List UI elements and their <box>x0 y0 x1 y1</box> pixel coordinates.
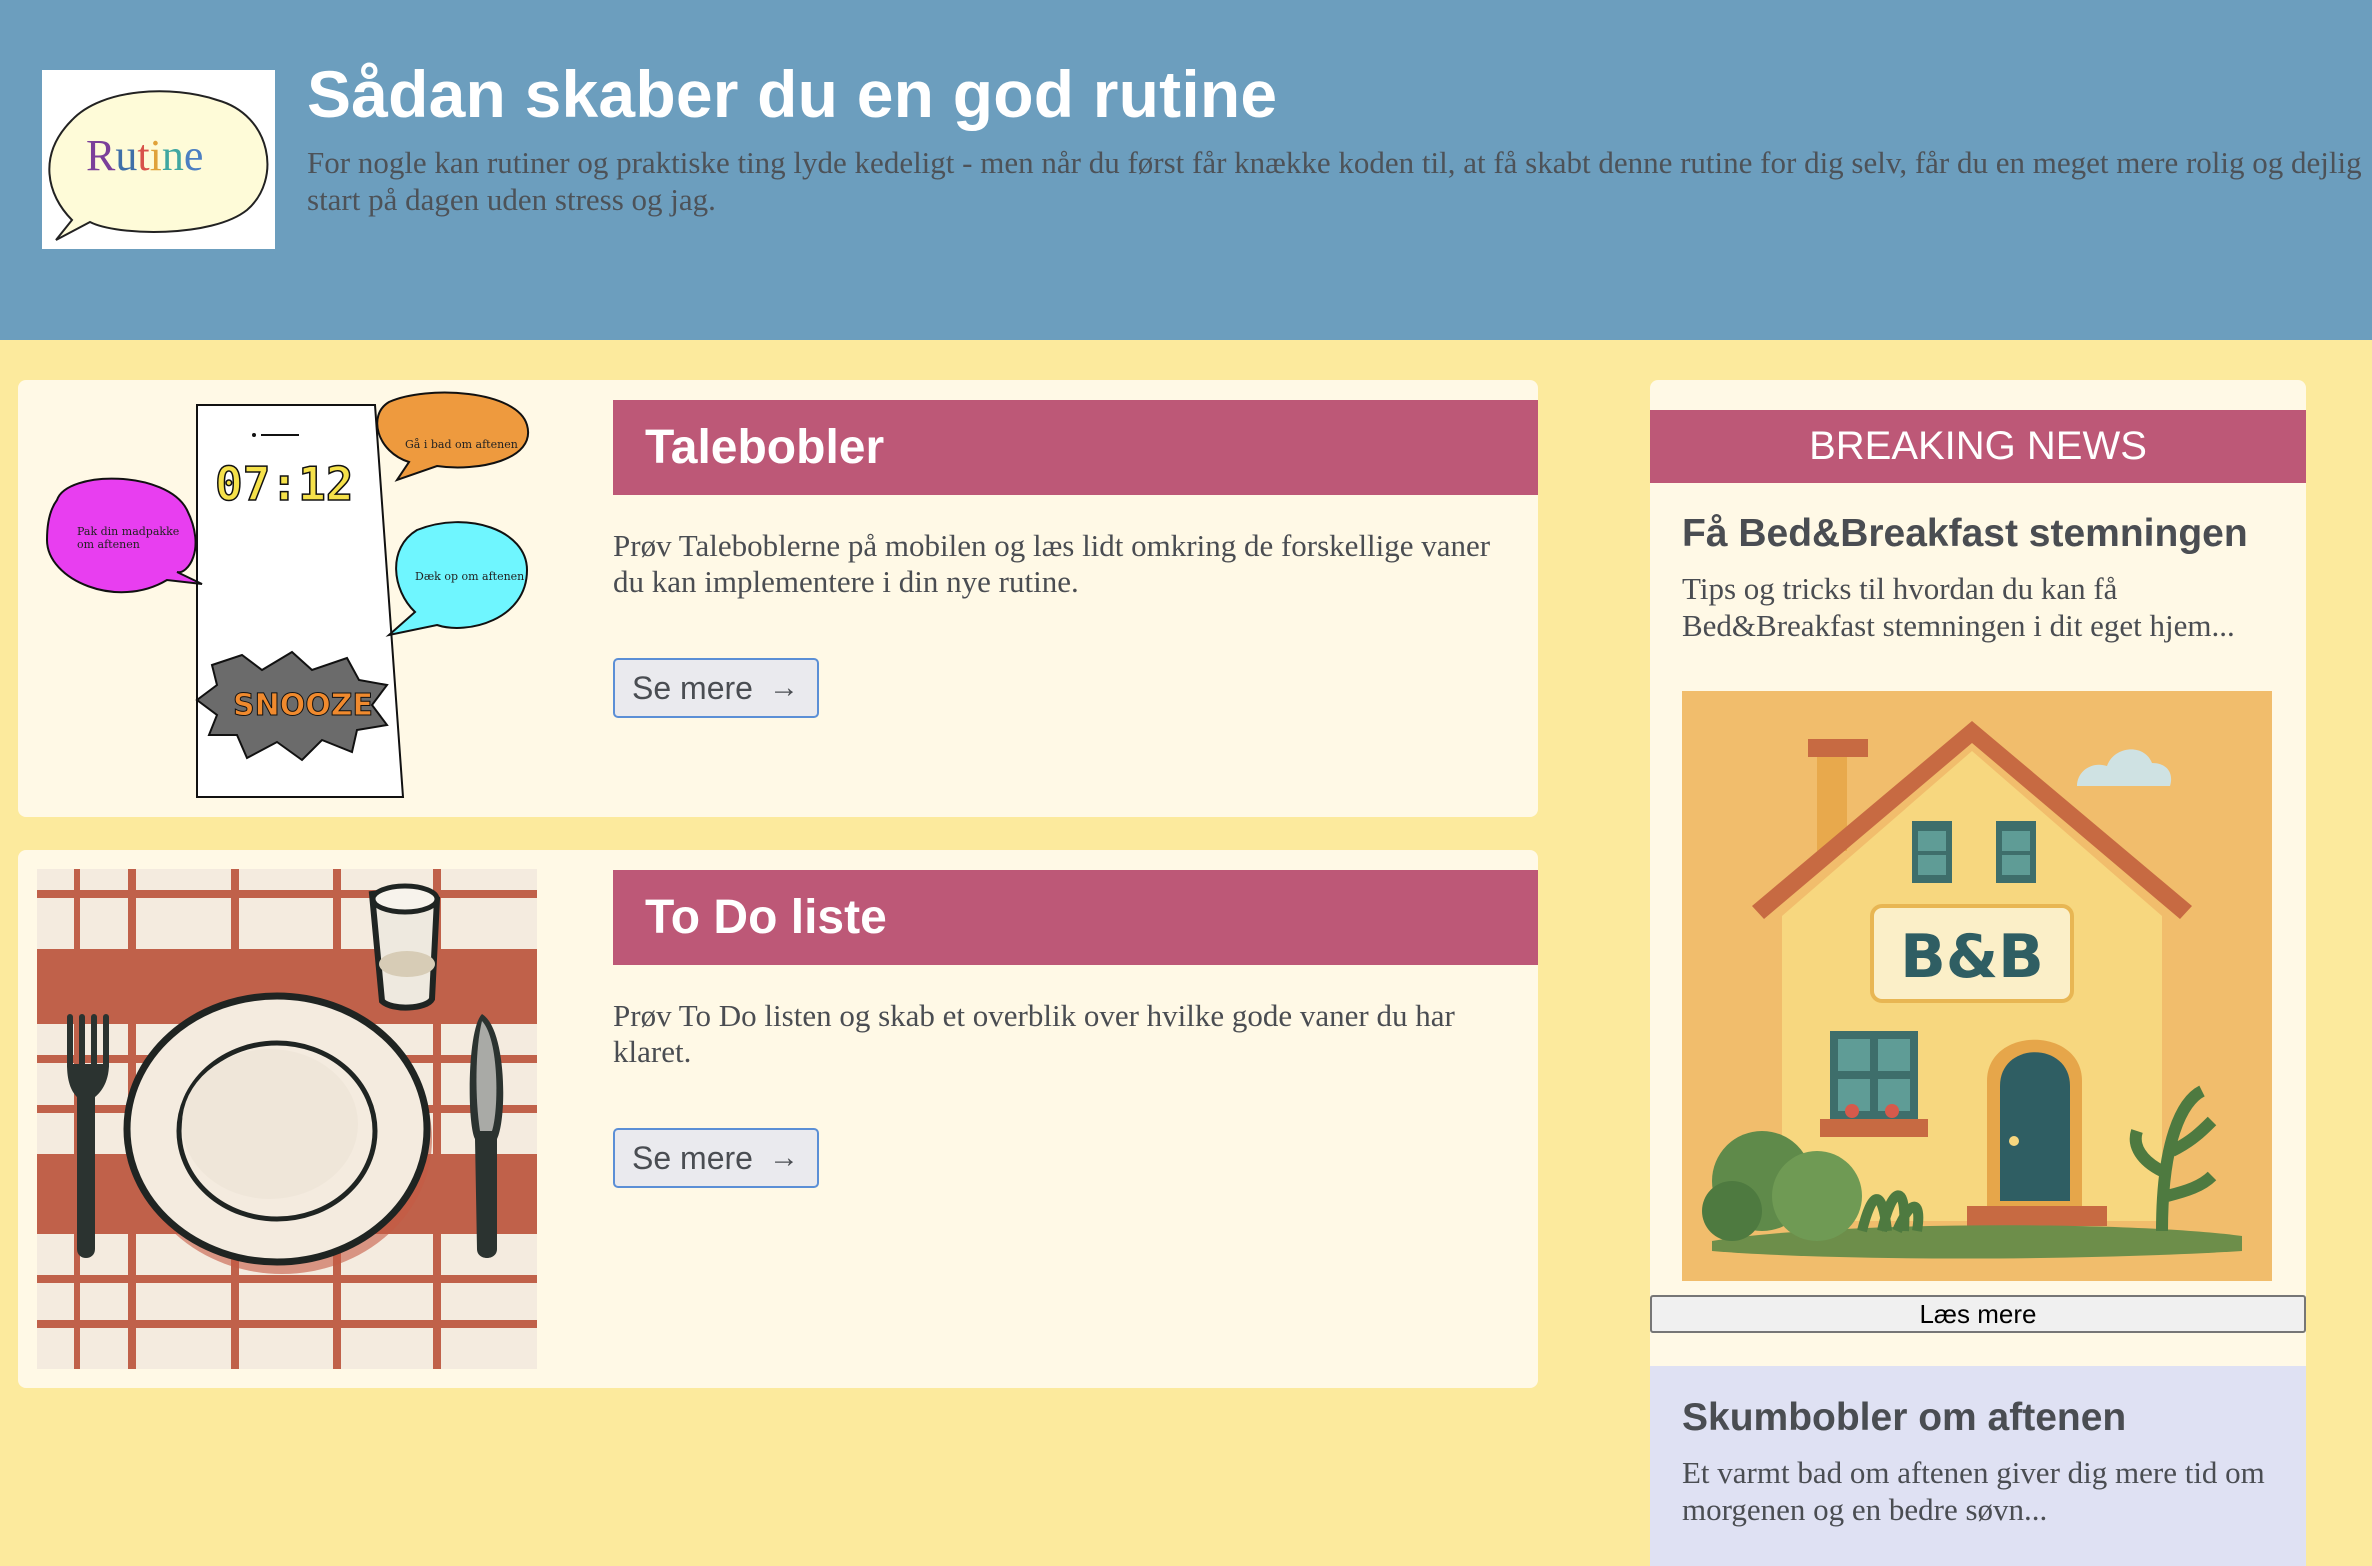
table-setting-illustration <box>37 869 537 1374</box>
arrow-right-icon: → <box>768 671 799 704</box>
arrow-right-icon: → <box>768 1141 799 1174</box>
speech-bubbles-illustration: 07:12 Gå i bad om aftenen Pak din madpak… <box>37 380 537 822</box>
news2-title: Skumbobler om aftenen <box>1682 1396 2127 1439</box>
bubble-top-right-text: Gå i bad om aftenen <box>405 438 518 451</box>
se-mere-button[interactable]: Se mere → <box>613 1128 819 1188</box>
news-text: Tips og tricks til hvordan du kan få Bed… <box>1682 571 2235 643</box>
page-header: Rutine Sådan skaber du en god rutine For… <box>0 0 2372 340</box>
news-item-skumbobler: Skumbobler om aftenen Et varmt bad om af… <box>1650 1366 2306 1566</box>
card-text: Prøv Taleboblerne på mobilen og læs lidt… <box>613 528 1491 599</box>
clock-readout: 07:12 <box>215 457 353 511</box>
button-label: Se mere <box>632 1139 753 1176</box>
card-heading: Talebobler <box>613 400 1538 495</box>
rutine-logo: Rutine <box>42 70 275 249</box>
laes-mere-button[interactable]: Læs mere <box>1650 1295 2306 1333</box>
page-intro: For nogle kan rutiner og praktiske ting … <box>307 145 2362 217</box>
se-mere-button[interactable]: Se mere → <box>613 658 819 718</box>
card-talebobler: 07:12 Gå i bad om aftenen Pak din madpak… <box>18 380 1538 817</box>
bnb-sign-text: B&B <box>1900 922 2044 992</box>
card-text: Prøv To Do listen og skab et overblik ov… <box>613 998 1455 1069</box>
bubble-mid-right-text: Dæk op om aftenen <box>415 570 524 583</box>
news2-text: Et varmt bad om aftenen giver dig mere t… <box>1682 1455 2265 1527</box>
card-todo: To Do liste Prøv To Do listen og skab et… <box>18 850 1538 1388</box>
page-title: Sådan skaber du en god rutine <box>307 57 1278 131</box>
button-label: Se mere <box>632 669 753 706</box>
bed-and-breakfast-illustration: B&B <box>1682 691 2272 1281</box>
snooze-text: SNOOZE <box>233 688 373 723</box>
logo-letter: R <box>86 131 116 180</box>
breaking-news-banner: BREAKING NEWS <box>1650 410 2306 483</box>
news-title: Få Bed&Breakfast stemningen <box>1682 512 2248 555</box>
sidebar: BREAKING NEWS Få Bed&Breakfast stemninge… <box>1650 380 2306 1566</box>
svg-text:Rutine: Rutine <box>86 131 203 180</box>
card-heading: To Do liste <box>613 870 1538 965</box>
